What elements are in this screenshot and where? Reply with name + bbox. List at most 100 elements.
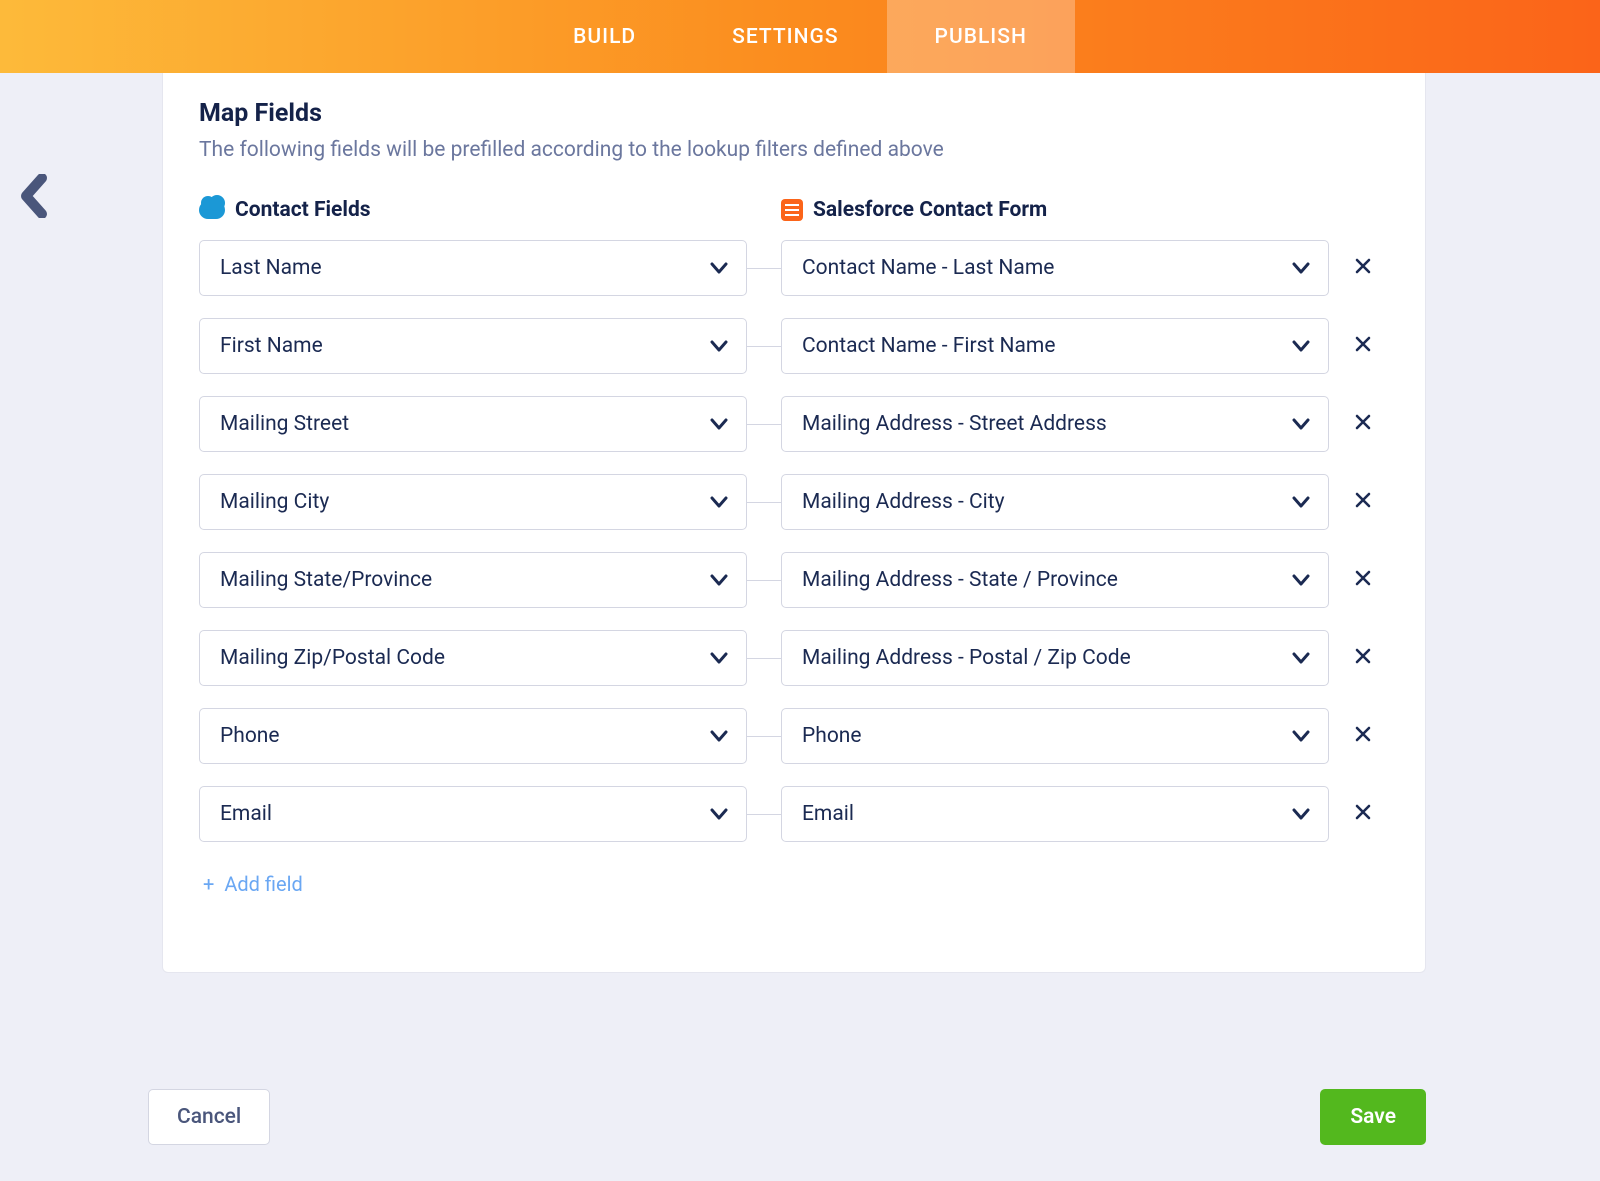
remove-row-button[interactable] [1343, 414, 1383, 434]
chevron-down-icon [1292, 724, 1310, 748]
mapping-connector [747, 424, 781, 425]
close-icon [1355, 258, 1371, 278]
map-fields-panel: Map Fields The following fields will be … [162, 73, 1426, 973]
column-header-right-label: Salesforce Contact Form [813, 198, 1047, 222]
section-title: Map Fields [199, 99, 1389, 128]
contact-field-select[interactable]: First Name [199, 318, 747, 374]
remove-row-button[interactable] [1343, 336, 1383, 356]
mapping-connector [747, 658, 781, 659]
form-field-value: Contact Name - Last Name [802, 256, 1054, 280]
salesforce-cloud-icon [199, 201, 225, 219]
remove-row-button[interactable] [1343, 804, 1383, 824]
close-icon [1355, 648, 1371, 668]
form-field-value: Email [802, 802, 854, 826]
tab-build[interactable]: BUILD [525, 0, 684, 73]
contact-field-select[interactable]: Mailing Street [199, 396, 747, 452]
contact-field-select[interactable]: Mailing Zip/Postal Code [199, 630, 747, 686]
cancel-button[interactable]: Cancel [148, 1089, 270, 1145]
chevron-down-icon [710, 802, 728, 826]
chevron-down-icon [1292, 334, 1310, 358]
contact-field-value: Mailing Zip/Postal Code [220, 646, 445, 670]
close-icon [1355, 414, 1371, 434]
form-field-value: Phone [802, 724, 862, 748]
chevron-down-icon [1292, 568, 1310, 592]
close-icon [1355, 726, 1371, 746]
contact-field-value: Last Name [220, 256, 322, 280]
form-field-select[interactable]: Mailing Address - City [781, 474, 1329, 530]
chevron-down-icon [710, 256, 728, 280]
add-field-button[interactable]: + Add field [199, 872, 303, 896]
top-nav: BUILD SETTINGS PUBLISH [0, 0, 1600, 73]
contact-field-select[interactable]: Mailing City [199, 474, 747, 530]
form-field-value: Mailing Address - Postal / Zip Code [802, 646, 1131, 670]
remove-row-button[interactable] [1343, 570, 1383, 590]
form-field-value: Mailing Address - Street Address [802, 412, 1107, 436]
mapping-connector [747, 814, 781, 815]
chevron-down-icon [1292, 490, 1310, 514]
tab-publish[interactable]: PUBLISH [887, 0, 1075, 73]
chevron-down-icon [710, 724, 728, 748]
table-row: Mailing State/Province Mailing Address - … [199, 552, 1389, 608]
table-row: First Name Contact Name - First Name [199, 318, 1389, 374]
form-field-select[interactable]: Mailing Address - Street Address [781, 396, 1329, 452]
tab-settings[interactable]: SETTINGS [684, 0, 886, 73]
remove-row-button[interactable] [1343, 492, 1383, 512]
mapping-connector [747, 580, 781, 581]
footer-actions: Cancel Save [148, 1089, 1426, 1145]
chevron-down-icon [1292, 646, 1310, 670]
contact-field-select[interactable]: Email [199, 786, 747, 842]
form-field-value: Mailing Address - State / Province [802, 568, 1118, 592]
form-field-select[interactable]: Email [781, 786, 1329, 842]
form-field-select[interactable]: Contact Name - Last Name [781, 240, 1329, 296]
table-row: Email Email [199, 786, 1389, 842]
chevron-left-icon [18, 174, 52, 218]
form-icon [781, 199, 803, 221]
table-row: Last Name Contact Name - Last Name [199, 240, 1389, 296]
chevron-down-icon [710, 568, 728, 592]
column-header-left-label: Contact Fields [235, 198, 371, 222]
form-field-select[interactable]: Mailing Address - Postal / Zip Code [781, 630, 1329, 686]
table-row: Mailing Street Mailing Address - Street A… [199, 396, 1389, 452]
close-icon [1355, 804, 1371, 824]
mapping-rows: Last Name Contact Name - Last Name First N… [199, 240, 1389, 842]
column-header-contact-fields: Contact Fields [199, 198, 781, 222]
form-field-select[interactable]: Phone [781, 708, 1329, 764]
form-field-value: Mailing Address - City [802, 490, 1005, 514]
back-button[interactable] [18, 174, 52, 218]
plus-icon: + [203, 872, 214, 896]
chevron-down-icon [1292, 256, 1310, 280]
contact-field-select[interactable]: Phone [199, 708, 747, 764]
remove-row-button[interactable] [1343, 648, 1383, 668]
close-icon [1355, 492, 1371, 512]
form-field-select[interactable]: Contact Name - First Name [781, 318, 1329, 374]
contact-field-select[interactable]: Mailing State/Province [199, 552, 747, 608]
close-icon [1355, 336, 1371, 356]
column-header-salesforce-form: Salesforce Contact Form [781, 198, 1047, 222]
nav-tabs: BUILD SETTINGS PUBLISH [525, 0, 1075, 73]
table-row: Mailing Zip/Postal Code Mailing Address -… [199, 630, 1389, 686]
table-row: Phone Phone [199, 708, 1389, 764]
chevron-down-icon [710, 412, 728, 436]
chevron-down-icon [710, 646, 728, 670]
remove-row-button[interactable] [1343, 726, 1383, 746]
chevron-down-icon [1292, 802, 1310, 826]
chevron-down-icon [710, 490, 728, 514]
mapping-connector [747, 736, 781, 737]
add-field-label: Add field [224, 872, 302, 896]
contact-field-value: First Name [220, 334, 323, 358]
remove-row-button[interactable] [1343, 258, 1383, 278]
column-headers: Contact Fields Salesforce Contact Form [199, 198, 1389, 222]
mapping-connector [747, 502, 781, 503]
form-field-select[interactable]: Mailing Address - State / Province [781, 552, 1329, 608]
chevron-down-icon [710, 334, 728, 358]
save-button[interactable]: Save [1320, 1089, 1426, 1145]
section-description: The following fields will be prefilled a… [199, 138, 1389, 162]
contact-field-value: Mailing State/Province [220, 568, 432, 592]
contact-field-value: Email [220, 802, 272, 826]
form-field-value: Contact Name - First Name [802, 334, 1056, 358]
mapping-connector [747, 346, 781, 347]
contact-field-value: Mailing Street [220, 412, 349, 436]
contact-field-select[interactable]: Last Name [199, 240, 747, 296]
chevron-down-icon [1292, 412, 1310, 436]
table-row: Mailing City Mailing Address - City [199, 474, 1389, 530]
